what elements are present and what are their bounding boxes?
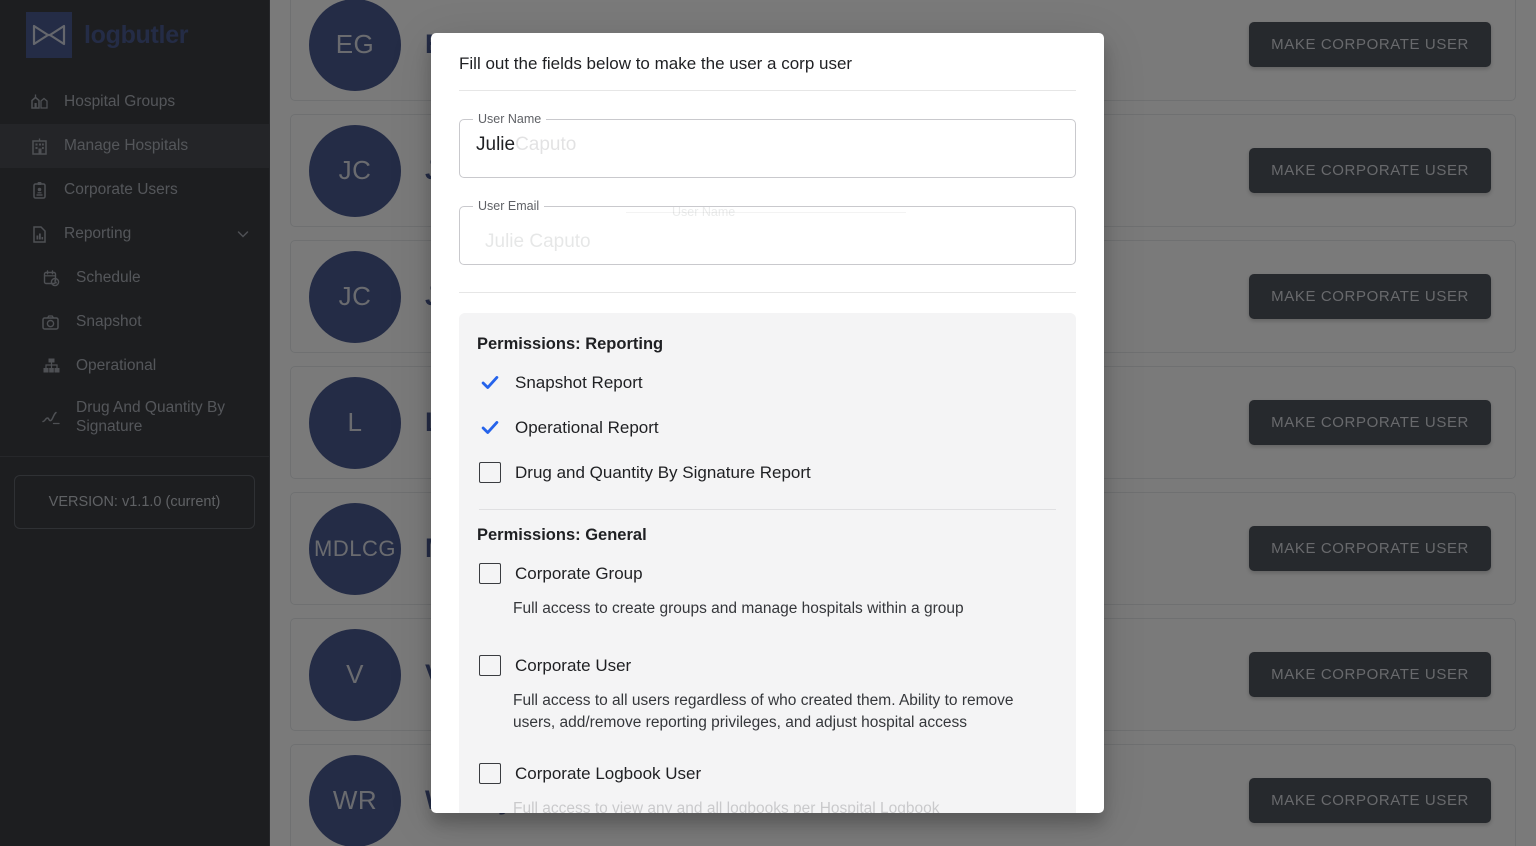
permissions-reporting-heading: Permissions: Reporting <box>477 335 664 353</box>
permission-label: Drug and Quantity By Signature Report <box>515 462 811 482</box>
user-email-fieldset: User Email <box>459 199 1076 265</box>
user-name-input[interactable]: Julie Caputo <box>476 112 576 178</box>
permission-operational-report[interactable]: Operational Report <box>477 405 1058 450</box>
permission-corporate-logbook-user[interactable]: Corporate Logbook User Full access to vi… <box>477 751 1058 813</box>
user-name-ghost-value: Caputo <box>515 134 577 155</box>
checkbox-empty-icon[interactable] <box>479 763 501 785</box>
permissions-divider <box>479 509 1056 510</box>
ghost-legend-line <box>626 212 906 213</box>
permission-label: Operational Report <box>515 417 659 437</box>
user-email-legend: User Email <box>478 199 540 213</box>
permission-label: Corporate Logbook User <box>515 763 702 783</box>
checkbox-empty-icon[interactable] <box>479 462 501 483</box>
permission-description: Full access to view any and all logbooks… <box>513 800 940 813</box>
ghost-value-label: Julie Caputo <box>485 231 591 252</box>
user-email-field[interactable]: User Email User Name Julie Caputo <box>459 199 1076 265</box>
permission-label: Corporate Group <box>515 563 643 583</box>
user-name-field[interactable]: User Name Julie Caputo <box>459 112 1076 178</box>
permission-description: Full access to create groups and manage … <box>513 600 964 617</box>
permission-corporate-user-row[interactable]: Corporate User <box>477 643 1058 688</box>
make-corporate-user-dialog: Fill out the fields below to make the us… <box>431 33 1104 813</box>
form-divider <box>459 292 1076 293</box>
permission-drug-and-quantity-by-signature-report[interactable]: Drug and Quantity By Signature Report <box>477 450 1058 495</box>
checkbox-empty-icon[interactable] <box>479 655 501 677</box>
permission-corporate-group[interactable]: Corporate Group Full access to create gr… <box>477 551 1058 619</box>
permission-corporate-logbook-user-row[interactable]: Corporate Logbook User <box>477 751 1058 796</box>
checkbox-empty-icon[interactable] <box>479 563 501 584</box>
permission-label: Snapshot Report <box>515 372 643 392</box>
screen: logbutler Hospital Groups Manage Hospita… <box>0 0 1536 846</box>
dialog-body: Fill out the fields below to make the us… <box>431 33 1104 813</box>
permission-description: Full access to all users regardless of w… <box>513 692 1014 731</box>
permission-snapshot-report[interactable]: Snapshot Report <box>477 360 1058 405</box>
permission-corporate-user[interactable]: Corporate User Full access to all users … <box>477 643 1058 733</box>
user-name-value: Julie <box>476 134 516 155</box>
user-email-transition-ghost: User Name Julie Caputo <box>476 205 1076 265</box>
permissions-general-heading: Permissions: General <box>477 526 647 544</box>
permission-label: Corporate User <box>515 655 632 675</box>
check-icon[interactable] <box>479 417 501 439</box>
dialog-title-divider <box>459 90 1076 91</box>
dialog-title: Fill out the fields below to make the us… <box>459 54 853 73</box>
check-icon[interactable] <box>479 372 501 394</box>
ghost-legend-label: User Name <box>672 205 736 219</box>
permissions-panel: Permissions: Reporting Snapshot Report O… <box>459 313 1076 813</box>
permission-corporate-group-row[interactable]: Corporate Group <box>477 551 1058 596</box>
